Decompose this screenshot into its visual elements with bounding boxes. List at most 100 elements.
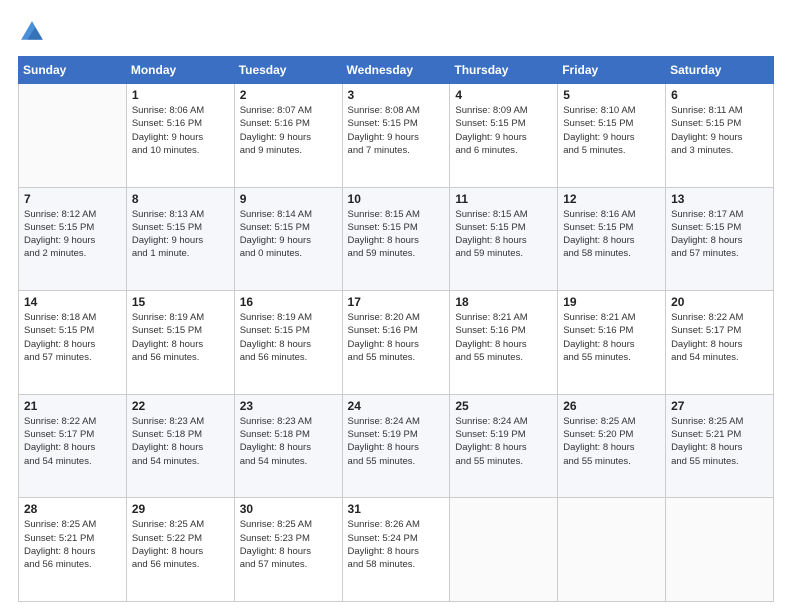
day-info: Sunrise: 8:17 AMSunset: 5:15 PMDaylight:… — [671, 208, 768, 261]
week-row-3: 14 Sunrise: 8:18 AMSunset: 5:15 PMDayligh… — [19, 291, 774, 395]
weekday-header-saturday: Saturday — [666, 57, 774, 84]
day-number: 27 — [671, 399, 768, 413]
calendar-cell: 18Sunrise: 8:21 AMSunset: 5:16 PMDayligh… — [450, 291, 558, 395]
day-info: Sunrise: 8:12 AMSunset: 5:15 PMDaylight:… — [24, 208, 121, 261]
day-number: 10 — [348, 192, 445, 206]
day-info: Sunrise: 8:10 AMSunset: 5:15 PMDaylight:… — [563, 104, 660, 157]
calendar-cell: 22 Sunrise: 8:23 AMSunset: 5:18 PMDayligh… — [126, 394, 234, 498]
calendar-cell: 11 Sunrise: 8:15 AMSunset: 5:15 PMDayligh… — [450, 187, 558, 291]
calendar-cell: 19 Sunrise: 8:21 AMSunset: 5:16 PMDayligh… — [558, 291, 666, 395]
day-info: Sunrise: 8:06 AMSunset: 5:16 PMDaylight:… — [132, 104, 229, 157]
day-number: 4 — [455, 88, 552, 102]
day-info: Sunrise: 8:11 AMSunset: 5:15 PMDaylight:… — [671, 104, 768, 157]
logo-icon — [18, 18, 46, 46]
week-row-4: 21 Sunrise: 8:22 AMSunset: 5:17 PMDayligh… — [19, 394, 774, 498]
calendar-cell: 20 Sunrise: 8:22 AMSunset: 5:17 PMDayligh… — [666, 291, 774, 395]
week-row-5: 28 Sunrise: 8:25 AMSunset: 5:21 PMDayligh… — [19, 498, 774, 602]
day-info: Sunrise: 8:25 AMSunset: 5:22 PMDaylight:… — [132, 518, 229, 571]
calendar-cell: 31 Sunrise: 8:26 AMSunset: 5:24 PMDayligh… — [342, 498, 450, 602]
weekday-header-tuesday: Tuesday — [234, 57, 342, 84]
day-number: 1 — [132, 88, 229, 102]
day-info: Sunrise: 8:23 AMSunset: 5:18 PMDaylight:… — [132, 415, 229, 468]
weekday-header-row: SundayMondayTuesdayWednesdayThursdayFrid… — [19, 57, 774, 84]
day-info: Sunrise: 8:21 AMSunset: 5:16 PMDaylight:… — [563, 311, 660, 364]
day-number: 16 — [240, 295, 337, 309]
calendar-cell: 2 Sunrise: 8:07 AMSunset: 5:16 PMDaylight… — [234, 84, 342, 188]
day-info: Sunrise: 8:16 AMSunset: 5:15 PMDaylight:… — [563, 208, 660, 261]
calendar-cell — [558, 498, 666, 602]
day-number: 25 — [455, 399, 552, 413]
day-info: Sunrise: 8:26 AMSunset: 5:24 PMDaylight:… — [348, 518, 445, 571]
logo — [18, 18, 50, 46]
calendar-cell — [450, 498, 558, 602]
day-info: Sunrise: 8:13 AMSunset: 5:15 PMDaylight:… — [132, 208, 229, 261]
weekday-header-thursday: Thursday — [450, 57, 558, 84]
day-info: Sunrise: 8:21 AMSunset: 5:16 PMDaylight:… — [455, 311, 552, 364]
calendar-cell: 21 Sunrise: 8:22 AMSunset: 5:17 PMDayligh… — [19, 394, 127, 498]
day-number: 14 — [24, 295, 121, 309]
calendar-cell: 6 Sunrise: 8:11 AMSunset: 5:15 PMDaylight… — [666, 84, 774, 188]
day-info: Sunrise: 8:22 AMSunset: 5:17 PMDaylight:… — [671, 311, 768, 364]
day-number: 7 — [24, 192, 121, 206]
calendar-cell: 4Sunrise: 8:09 AMSunset: 5:15 PMDaylight… — [450, 84, 558, 188]
calendar-cell: 3Sunrise: 8:08 AMSunset: 5:15 PMDaylight… — [342, 84, 450, 188]
day-info: Sunrise: 8:18 AMSunset: 5:15 PMDaylight:… — [24, 311, 121, 364]
weekday-header-wednesday: Wednesday — [342, 57, 450, 84]
calendar-cell: 25 Sunrise: 8:24 AMSunset: 5:19 PMDayligh… — [450, 394, 558, 498]
day-number: 22 — [132, 399, 229, 413]
day-number: 2 — [240, 88, 337, 102]
day-number: 19 — [563, 295, 660, 309]
day-info: Sunrise: 8:24 AMSunset: 5:19 PMDaylight:… — [348, 415, 445, 468]
day-number: 12 — [563, 192, 660, 206]
calendar-cell: 24 Sunrise: 8:24 AMSunset: 5:19 PMDayligh… — [342, 394, 450, 498]
calendar-cell: 29 Sunrise: 8:25 AMSunset: 5:22 PMDayligh… — [126, 498, 234, 602]
day-number: 8 — [132, 192, 229, 206]
day-info: Sunrise: 8:25 AMSunset: 5:23 PMDaylight:… — [240, 518, 337, 571]
calendar-cell: 26Sunrise: 8:25 AMSunset: 5:20 PMDayligh… — [558, 394, 666, 498]
day-info: Sunrise: 8:22 AMSunset: 5:17 PMDaylight:… — [24, 415, 121, 468]
day-number: 24 — [348, 399, 445, 413]
calendar-cell: 9Sunrise: 8:14 AMSunset: 5:15 PMDaylight… — [234, 187, 342, 291]
calendar-cell: 14 Sunrise: 8:18 AMSunset: 5:15 PMDayligh… — [19, 291, 127, 395]
day-number: 26 — [563, 399, 660, 413]
calendar-cell: 13 Sunrise: 8:17 AMSunset: 5:15 PMDayligh… — [666, 187, 774, 291]
weekday-header-friday: Friday — [558, 57, 666, 84]
calendar-cell: 10 Sunrise: 8:15 AMSunset: 5:15 PMDayligh… — [342, 187, 450, 291]
calendar-cell: 27 Sunrise: 8:25 AMSunset: 5:21 PMDayligh… — [666, 394, 774, 498]
day-info: Sunrise: 8:15 AMSunset: 5:15 PMDaylight:… — [455, 208, 552, 261]
day-number: 28 — [24, 502, 121, 516]
calendar-cell — [19, 84, 127, 188]
day-number: 17 — [348, 295, 445, 309]
day-number: 6 — [671, 88, 768, 102]
calendar-cell: 28 Sunrise: 8:25 AMSunset: 5:21 PMDayligh… — [19, 498, 127, 602]
week-row-2: 7 Sunrise: 8:12 AMSunset: 5:15 PMDaylight… — [19, 187, 774, 291]
header — [18, 18, 774, 46]
day-info: Sunrise: 8:19 AMSunset: 5:15 PMDaylight:… — [240, 311, 337, 364]
day-info: Sunrise: 8:24 AMSunset: 5:19 PMDaylight:… — [455, 415, 552, 468]
calendar-cell: 15Sunrise: 8:19 AMSunset: 5:15 PMDayligh… — [126, 291, 234, 395]
day-info: Sunrise: 8:25 AMSunset: 5:21 PMDaylight:… — [671, 415, 768, 468]
calendar-cell: 1 Sunrise: 8:06 AMSunset: 5:16 PMDaylight… — [126, 84, 234, 188]
day-number: 31 — [348, 502, 445, 516]
day-number: 21 — [24, 399, 121, 413]
day-number: 15 — [132, 295, 229, 309]
day-info: Sunrise: 8:20 AMSunset: 5:16 PMDaylight:… — [348, 311, 445, 364]
day-info: Sunrise: 8:08 AMSunset: 5:15 PMDaylight:… — [348, 104, 445, 157]
day-info: Sunrise: 8:14 AMSunset: 5:15 PMDaylight:… — [240, 208, 337, 261]
calendar-cell: 30Sunrise: 8:25 AMSunset: 5:23 PMDayligh… — [234, 498, 342, 602]
day-info: Sunrise: 8:25 AMSunset: 5:21 PMDaylight:… — [24, 518, 121, 571]
calendar-cell: 7 Sunrise: 8:12 AMSunset: 5:15 PMDaylight… — [19, 187, 127, 291]
day-number: 5 — [563, 88, 660, 102]
day-info: Sunrise: 8:23 AMSunset: 5:18 PMDaylight:… — [240, 415, 337, 468]
day-number: 29 — [132, 502, 229, 516]
calendar-cell: 17 Sunrise: 8:20 AMSunset: 5:16 PMDayligh… — [342, 291, 450, 395]
page: SundayMondayTuesdayWednesdayThursdayFrid… — [0, 0, 792, 612]
day-info: Sunrise: 8:15 AMSunset: 5:15 PMDaylight:… — [348, 208, 445, 261]
calendar-cell: 5 Sunrise: 8:10 AMSunset: 5:15 PMDaylight… — [558, 84, 666, 188]
day-number: 13 — [671, 192, 768, 206]
day-number: 11 — [455, 192, 552, 206]
day-info: Sunrise: 8:07 AMSunset: 5:16 PMDaylight:… — [240, 104, 337, 157]
calendar-cell: 16 Sunrise: 8:19 AMSunset: 5:15 PMDayligh… — [234, 291, 342, 395]
day-number: 20 — [671, 295, 768, 309]
calendar-cell: 12 Sunrise: 8:16 AMSunset: 5:15 PMDayligh… — [558, 187, 666, 291]
